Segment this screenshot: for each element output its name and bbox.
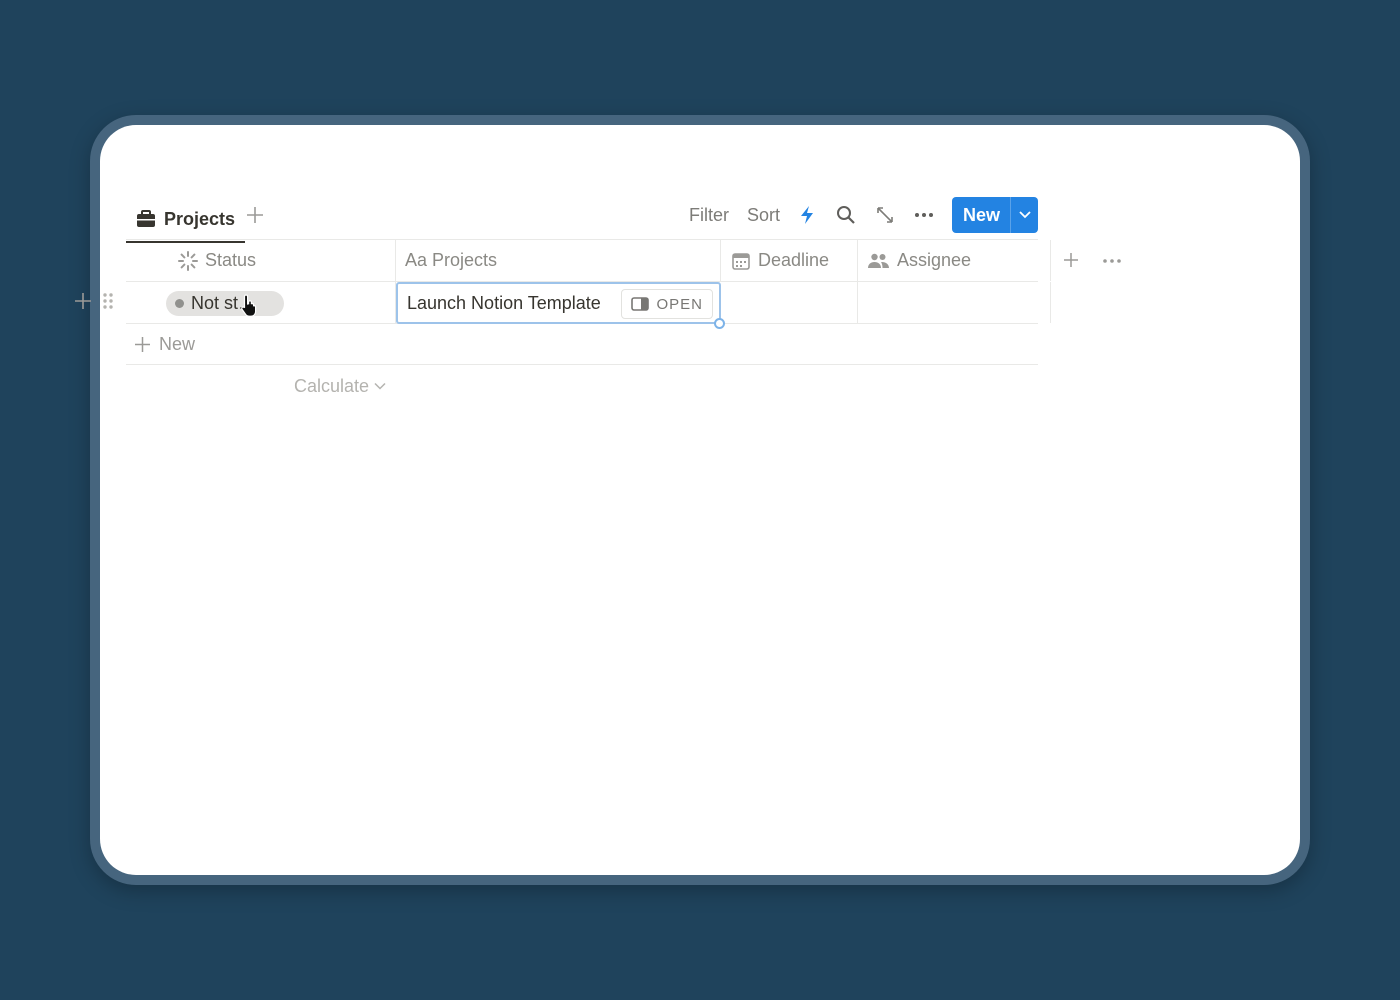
status-badge[interactable]: Not st… bbox=[166, 291, 284, 316]
more-properties-icon[interactable] bbox=[1103, 259, 1121, 263]
column-header-projects[interactable]: Aa Projects bbox=[405, 240, 497, 281]
more-options-icon[interactable] bbox=[913, 204, 935, 226]
text-icon: Aa bbox=[405, 250, 428, 270]
column-header-assignee[interactable]: Assignee bbox=[868, 240, 971, 281]
expand-icon[interactable] bbox=[874, 204, 896, 226]
briefcase-icon bbox=[137, 210, 155, 227]
calendar-icon bbox=[732, 252, 750, 270]
new-button-label: New bbox=[962, 204, 1000, 225]
filter-button[interactable]: Filter bbox=[689, 205, 729, 226]
column-divider bbox=[720, 240, 721, 281]
new-button[interactable]: New bbox=[951, 197, 1038, 233]
open-button[interactable]: OPEN bbox=[621, 289, 713, 319]
toolbar-actions: Filter Sort New bbox=[689, 197, 1038, 233]
plus-icon bbox=[135, 336, 150, 352]
chevron-down-icon[interactable] bbox=[1010, 197, 1038, 233]
database-view: Projects Filter Sort New Status Aa Proje… bbox=[75, 197, 1121, 407]
calculate-label: Calculate bbox=[294, 375, 370, 396]
column-label: Projects bbox=[432, 250, 498, 270]
status-dot bbox=[175, 299, 184, 308]
table-row: Not st… Launch Notion Template OPEN bbox=[75, 282, 1051, 329]
row-handles bbox=[74, 292, 114, 310]
column-divider bbox=[857, 240, 858, 281]
new-row-label: New bbox=[159, 333, 196, 354]
lightning-icon[interactable] bbox=[796, 204, 818, 226]
column-header-status[interactable]: Status bbox=[178, 240, 348, 281]
add-new-row[interactable]: New bbox=[126, 324, 1038, 365]
calculate-footer[interactable]: Calculate bbox=[126, 365, 1038, 407]
column-divider bbox=[395, 240, 396, 281]
add-row-icon[interactable] bbox=[74, 292, 92, 310]
title-cell[interactable]: Launch Notion Template OPEN bbox=[396, 282, 721, 324]
side-peek-icon bbox=[631, 297, 650, 311]
people-icon bbox=[868, 253, 889, 268]
chevron-down-icon bbox=[374, 382, 386, 390]
drag-handle-icon[interactable] bbox=[102, 292, 114, 310]
table-header: Status Aa Projects Deadline Assignee bbox=[126, 239, 1121, 282]
column-divider bbox=[1050, 240, 1051, 281]
row-title: Launch Notion Template bbox=[407, 292, 601, 313]
add-property-icon[interactable] bbox=[1063, 252, 1079, 268]
column-divider bbox=[857, 282, 858, 323]
column-divider bbox=[1050, 282, 1051, 323]
column-label: Deadline bbox=[758, 250, 830, 270]
database-toolbar: Projects Filter Sort New bbox=[126, 197, 1038, 243]
tab-label: Projects bbox=[164, 208, 236, 229]
tab-projects[interactable]: Projects bbox=[126, 197, 246, 243]
column-header-deadline[interactable]: Deadline bbox=[732, 240, 829, 281]
add-view-icon[interactable] bbox=[244, 204, 266, 226]
sort-button[interactable]: Sort bbox=[747, 205, 780, 226]
column-label: Status bbox=[205, 250, 257, 270]
status-icon bbox=[178, 250, 198, 271]
column-label: Assignee bbox=[897, 250, 972, 270]
open-label: OPEN bbox=[656, 295, 703, 313]
hand-cursor-icon bbox=[241, 294, 257, 317]
search-icon[interactable] bbox=[835, 204, 857, 226]
